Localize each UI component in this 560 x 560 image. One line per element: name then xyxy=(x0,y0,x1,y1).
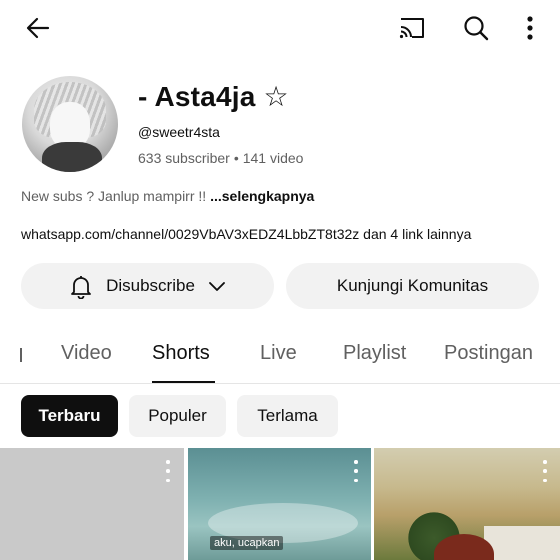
stats-separator: • xyxy=(233,150,239,166)
visit-community-label: Kunjungi Komunitas xyxy=(336,276,489,295)
channel-description[interactable]: New subs ? Janlup mampirr !! ...selengka… xyxy=(21,188,314,204)
short-caption: aku, ucapkan xyxy=(210,536,284,550)
subscriber-count: 633 subscriber xyxy=(138,150,230,166)
back-button[interactable] xyxy=(20,10,56,46)
short-thumbnail[interactable] xyxy=(0,448,184,560)
more-vertical-icon[interactable] xyxy=(353,460,359,482)
channel-avatar[interactable] xyxy=(22,76,118,172)
short-thumbnail[interactable]: aku, ucapkan xyxy=(188,448,371,560)
more-vertical-icon[interactable] xyxy=(165,460,171,482)
search-icon xyxy=(464,16,489,41)
tab-video[interactable]: Video xyxy=(61,342,112,365)
channel-stats: 633 subscriber • 141 video xyxy=(138,150,303,166)
short-thumbnail[interactable] xyxy=(374,448,560,560)
arrow-left-icon xyxy=(26,17,50,39)
channel-tabs: Video Shorts Live Playlist Postingan xyxy=(0,330,560,384)
chip-terlama[interactable]: Terlama xyxy=(237,395,338,437)
avatar-body xyxy=(42,142,102,172)
active-tab-indicator xyxy=(152,381,215,383)
channel-handle: @sweetr4sta xyxy=(138,124,220,140)
tab-playlist[interactable]: Playlist xyxy=(343,342,406,365)
cast-icon xyxy=(399,18,424,39)
chip-populer[interactable]: Populer xyxy=(129,395,226,437)
tab-postingan[interactable]: Postingan xyxy=(444,342,533,365)
description-more-link[interactable]: ...selengkapnya xyxy=(210,188,314,204)
description-text: New subs ? Janlup mampirr !! xyxy=(21,188,211,204)
channel-links[interactable]: whatsapp.com/channel/0029VbAV3xEDZ4LbbZT… xyxy=(21,226,471,242)
video-count: 141 video xyxy=(242,150,304,166)
bell-icon xyxy=(68,273,94,299)
cast-button[interactable] xyxy=(394,10,430,46)
more-vertical-icon[interactable] xyxy=(542,460,548,482)
tab-shorts[interactable]: Shorts xyxy=(152,342,210,365)
visit-community-button[interactable]: Kunjungi Komunitas xyxy=(286,263,539,309)
subscribe-button[interactable]: Disubscribe xyxy=(21,263,274,309)
chip-terbaru[interactable]: Terbaru xyxy=(21,395,118,437)
top-app-bar xyxy=(0,0,560,56)
search-button[interactable] xyxy=(458,10,494,46)
subscribe-label: Disubscribe xyxy=(106,276,195,295)
thumbnail-scene xyxy=(484,526,560,560)
more-options-button[interactable] xyxy=(514,10,546,46)
tab-live[interactable]: Live xyxy=(260,342,297,365)
channel-name: - Asta4ja ☆ xyxy=(138,81,289,112)
tab-scroll-edge xyxy=(20,348,22,362)
chevron-down-icon xyxy=(207,276,227,296)
more-vertical-icon xyxy=(527,16,533,40)
